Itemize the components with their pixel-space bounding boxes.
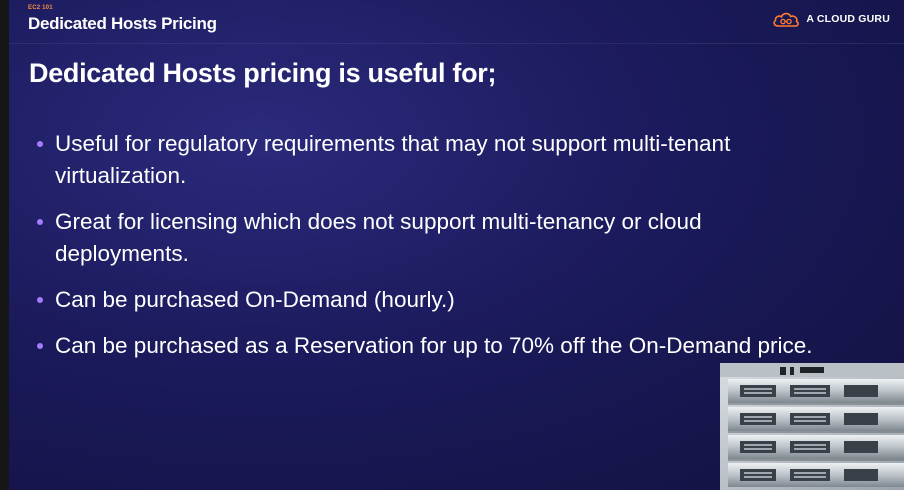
header-divider xyxy=(9,43,904,44)
bullet-item: Can be purchased as a Reservation for up… xyxy=(37,330,827,362)
bullet-dot-icon xyxy=(37,343,43,349)
bullet-list: Useful for regulatory requirements that … xyxy=(37,128,827,376)
bullet-text: Can be purchased On-Demand (hourly.) xyxy=(55,287,455,312)
bullet-dot-icon xyxy=(37,219,43,225)
bullet-text: Can be purchased as a Reservation for up… xyxy=(55,333,813,358)
section-label: EC2 101 xyxy=(28,5,53,11)
server-rack-image xyxy=(720,363,904,490)
bullet-item: Useful for regulatory requirements that … xyxy=(37,128,827,192)
bullet-dot-icon xyxy=(37,297,43,303)
slide: EC2 101 Dedicated Hosts Pricing A CLOUD … xyxy=(9,0,904,490)
bullet-text: Useful for regulatory requirements that … xyxy=(55,131,731,188)
bullet-item: Can be purchased On-Demand (hourly.) xyxy=(37,284,827,316)
bullet-item: Great for licensing which does not suppo… xyxy=(37,206,827,270)
brand-name: A CLOUD GURU xyxy=(806,13,890,25)
page-heading: Dedicated Hosts pricing is useful for; xyxy=(29,58,497,88)
cloud-logo-icon xyxy=(773,12,800,27)
bullet-dot-icon xyxy=(37,141,43,147)
left-border xyxy=(0,0,9,490)
brand-logo: A CLOUD GURU xyxy=(772,10,890,28)
slide-title: Dedicated Hosts Pricing xyxy=(28,14,217,33)
bullet-text: Great for licensing which does not suppo… xyxy=(55,209,702,266)
